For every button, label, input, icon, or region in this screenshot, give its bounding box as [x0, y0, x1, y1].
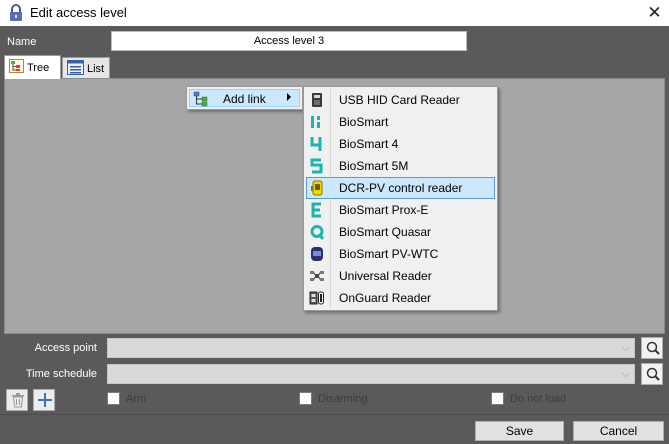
menu-item-label: USB HID Card Reader [339, 93, 460, 107]
menu-item-universal-reader[interactable]: Universal Reader [306, 265, 495, 287]
menu-item-label: BioSmart Prox-E [339, 203, 429, 217]
tab-tree[interactable]: Tree [4, 55, 61, 79]
add-link-label: Add link [223, 92, 266, 106]
menu-item-label: BioSmart 5M [339, 159, 409, 173]
menu-item-biosmart-pv-wtc[interactable]: BioSmart PV-WTC [306, 243, 495, 265]
search-icon [645, 366, 661, 385]
menu-item-label: DCR-PV control reader [339, 181, 463, 195]
cancel-button[interactable]: Cancel [573, 421, 664, 441]
biosmart-4-icon [309, 136, 325, 152]
add-button[interactable] [33, 389, 55, 411]
delete-button[interactable] [6, 389, 28, 411]
dcr-pv-reader-icon [309, 180, 325, 196]
add-link-icon [193, 91, 209, 110]
biosmart-quasar-icon [309, 224, 325, 240]
do-not-load-checkbox[interactable]: Do not load [491, 392, 566, 405]
disarming-label: Disarming [318, 392, 368, 405]
list-view-icon [67, 59, 84, 78]
biosmart-prox-e-icon [309, 202, 325, 218]
chevron-down-icon: ⌵ [621, 368, 630, 380]
plus-icon [37, 392, 53, 411]
biosmart-icon [309, 114, 325, 130]
name-input[interactable]: Access level 3 [111, 31, 467, 51]
context-menu: Add link [186, 86, 303, 110]
window-title: Edit access level [30, 5, 127, 20]
menu-item-biosmart-prox-e[interactable]: BioSmart Prox-E [306, 199, 495, 221]
arm-label: Arm [126, 392, 147, 405]
biosmart-pv-wtc-icon [309, 246, 325, 262]
add-link-submenu: USB HID Card Reader BioSmart BioSmart 4 … [303, 86, 498, 311]
menu-item-onguard-reader[interactable]: OnGuard Reader [306, 287, 495, 309]
menu-item-label: BioSmart PV-WTC [339, 247, 439, 261]
time-schedule-search-button[interactable] [641, 363, 663, 385]
save-button[interactable]: Save [475, 421, 564, 441]
usb-card-reader-icon [309, 92, 325, 108]
universal-reader-icon [309, 268, 325, 284]
onguard-reader-icon [309, 290, 325, 306]
close-button[interactable]: ✕ [640, 0, 669, 26]
menu-item-biosmart-4[interactable]: BioSmart 4 [306, 133, 495, 155]
trash-icon [11, 392, 25, 411]
do-not-load-label: Do not load [510, 392, 567, 405]
dialog-footer [0, 414, 669, 444]
add-link-menu-item[interactable]: Add link [189, 89, 300, 107]
biosmart-5m-icon [309, 158, 325, 174]
menu-item-dcr-pv-control-reader[interactable]: DCR-PV control reader [306, 177, 495, 199]
checkbox-box[interactable] [491, 392, 504, 405]
access-point-search-button[interactable] [641, 337, 663, 359]
lock-icon [8, 4, 24, 22]
name-label: Name [7, 36, 37, 48]
access-point-select[interactable]: ⌵ [107, 338, 635, 358]
search-icon [645, 340, 661, 359]
disarming-checkbox[interactable]: Disarming [299, 392, 368, 405]
menu-item-biosmart[interactable]: BioSmart [306, 111, 495, 133]
submenu-arrow-icon [287, 93, 291, 101]
menu-item-label: BioSmart Quasar [339, 225, 432, 239]
menu-item-biosmart-quasar[interactable]: BioSmart Quasar [306, 221, 495, 243]
tab-tree-label: Tree [27, 61, 50, 74]
checkbox-box[interactable] [299, 392, 312, 405]
tab-list[interactable]: List [62, 57, 110, 79]
menu-item-label: OnGuard Reader [339, 291, 432, 305]
arm-checkbox[interactable]: Arm [107, 392, 146, 405]
tree-view-icon [9, 59, 24, 76]
time-schedule-select[interactable]: ⌵ [107, 364, 635, 384]
menu-item-biosmart-5m[interactable]: BioSmart 5M [306, 155, 495, 177]
menu-item-label: BioSmart 4 [339, 137, 399, 151]
menu-item-usb-hid-card-reader[interactable]: USB HID Card Reader [306, 89, 495, 111]
access-point-label: Access point [34, 342, 97, 354]
chevron-down-icon: ⌵ [621, 342, 630, 354]
checkbox-box[interactable] [107, 392, 120, 405]
menu-item-label: Universal Reader [339, 269, 432, 283]
time-schedule-label: Time schedule [25, 368, 97, 380]
tab-list-label: List [87, 62, 105, 75]
menu-item-label: BioSmart [339, 115, 389, 129]
